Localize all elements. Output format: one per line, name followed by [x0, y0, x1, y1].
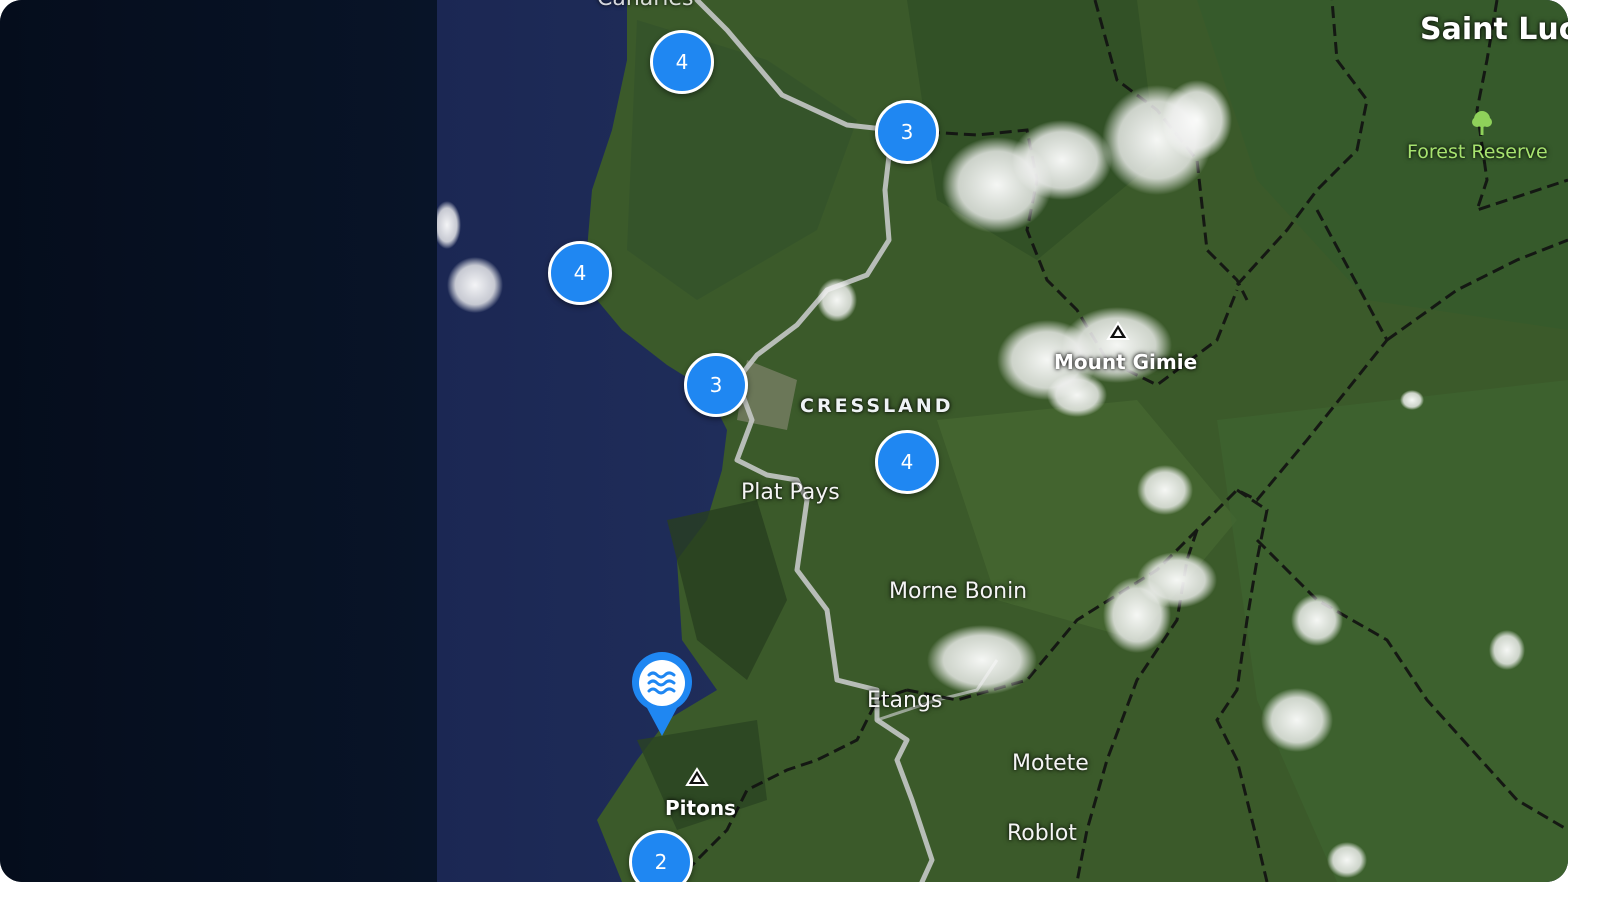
place-label-roblot: Roblot	[1007, 821, 1077, 846]
place-label-morne-bonin: Morne Bonin	[889, 579, 1028, 604]
region-label-cressland: CRESSLAND	[800, 395, 954, 417]
tree-icon	[1472, 111, 1492, 135]
map-cluster-marker[interactable]: 4	[548, 241, 612, 305]
country-label: Saint Luci	[1420, 12, 1568, 47]
app-frame: Canaries Saint Luci Forest Reserve Mount…	[0, 0, 1568, 882]
place-label-plat-pays: Plat Pays	[741, 480, 840, 505]
map-cluster-marker[interactable]: 3	[875, 100, 939, 164]
map-view[interactable]: Canaries Saint Luci Forest Reserve Mount…	[437, 0, 1568, 882]
map-cluster-marker[interactable]: 4	[650, 30, 714, 94]
peak-label-mount-gimie: Mount Gimie	[1054, 350, 1198, 374]
place-label-motete: Motete	[1012, 751, 1089, 776]
mountain-peak-icon	[1106, 321, 1130, 340]
map-cluster-marker[interactable]: 3	[684, 353, 748, 417]
satellite-map-layer	[437, 0, 1568, 882]
place-label-canaries: Canaries	[597, 0, 693, 11]
mountain-peak-icon	[685, 767, 709, 786]
water-pin-marker[interactable]	[631, 652, 693, 738]
peak-label-pitons: Pitons	[665, 796, 736, 820]
map-cluster-marker[interactable]: 4	[875, 430, 939, 494]
side-panel	[0, 0, 437, 882]
forest-reserve-label: Forest Reserve	[1407, 141, 1548, 163]
place-label-etangs: Etangs	[867, 688, 943, 713]
